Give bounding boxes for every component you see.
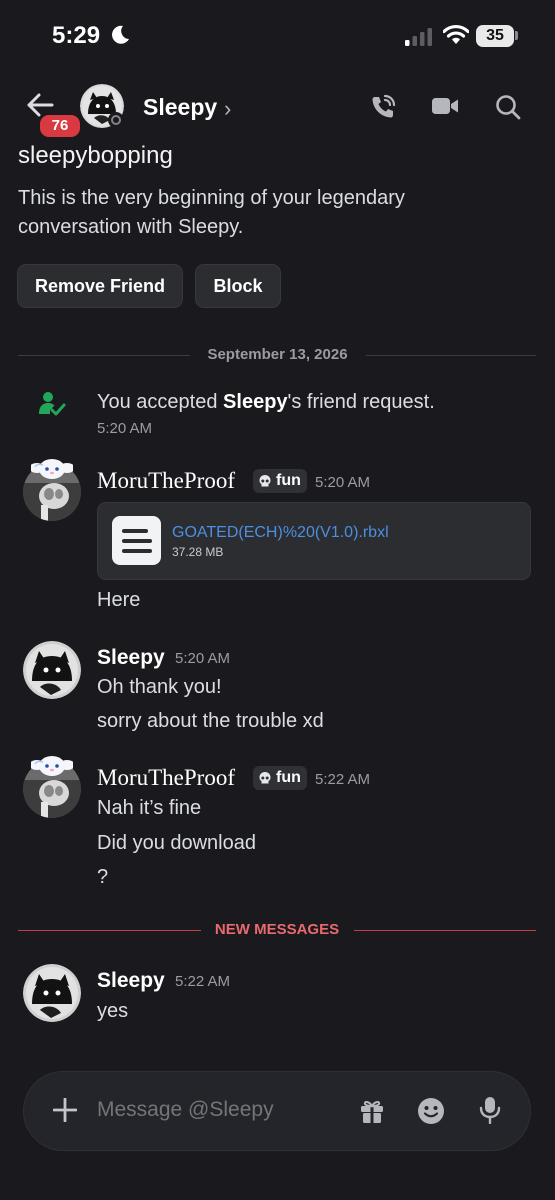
microphone-icon[interactable] xyxy=(479,1096,501,1124)
server-tag-label: fun xyxy=(276,472,301,489)
divider-line xyxy=(366,355,536,356)
friend-accepted-icon xyxy=(39,392,66,416)
server-tag[interactable]: fun xyxy=(253,469,307,493)
voice-call-icon[interactable] xyxy=(370,94,396,120)
gift-icon[interactable] xyxy=(360,1098,384,1124)
video-call-icon[interactable] xyxy=(431,95,459,117)
battery-tip xyxy=(515,31,518,40)
system-message-text: You accepted xyxy=(97,391,224,413)
file-name-link[interactable]: GOATED(ECH)%20(V1.0).rbxl xyxy=(172,524,389,542)
message-text: sorry about the trouble xd xyxy=(97,710,324,732)
avatar[interactable] xyxy=(23,641,81,699)
skull-icon xyxy=(259,772,271,784)
file-size: 37.28 MB xyxy=(172,545,224,559)
block-button[interactable]: Block xyxy=(195,264,281,308)
avatar-decoration-icon xyxy=(31,459,73,479)
message-text: Nah it’s fine xyxy=(97,797,202,819)
message-text: Oh thank you! xyxy=(97,676,222,698)
remove-friend-button[interactable]: Remove Friend xyxy=(17,264,183,308)
system-message: You accepted Sleepy's friend request. xyxy=(97,391,435,414)
message-author[interactable]: MoruTheProof xyxy=(97,468,235,494)
message-input[interactable] xyxy=(97,1098,337,1122)
message-text: Did you download xyxy=(97,832,256,854)
moon-icon xyxy=(112,25,129,44)
avatar-decoration-icon xyxy=(31,756,73,776)
chevron-right-icon[interactable]: › xyxy=(224,96,231,122)
avatar[interactable] xyxy=(23,964,81,1022)
new-messages-line xyxy=(18,930,201,931)
message-time: 5:22 AM xyxy=(175,973,231,990)
unread-badge: 76 xyxy=(38,113,82,139)
message-time: 5:20 AM xyxy=(175,650,231,667)
status-time: 5:29 xyxy=(52,22,101,49)
message-time: 5:20 AM xyxy=(315,474,371,491)
new-messages-line xyxy=(354,930,536,931)
status-indicator xyxy=(108,112,124,128)
skull-icon xyxy=(259,475,271,487)
server-tag[interactable]: fun xyxy=(253,766,307,790)
message-author[interactable]: MoruTheProof xyxy=(97,765,235,791)
system-message-time: 5:20 AM xyxy=(97,420,153,437)
header-username[interactable]: Sleepy xyxy=(143,94,217,121)
cellular-signal-icon xyxy=(405,28,432,46)
message-time: 5:22 AM xyxy=(315,771,371,788)
file-icon xyxy=(112,516,161,565)
battery-indicator: 35 xyxy=(476,25,514,47)
message-author[interactable]: Sleepy xyxy=(97,969,165,993)
date-divider: September 13, 2026 xyxy=(207,346,348,363)
search-icon[interactable] xyxy=(495,94,521,120)
divider-line xyxy=(18,355,190,356)
system-message-username[interactable]: Sleepy xyxy=(223,391,287,413)
server-tag-label: fun xyxy=(276,769,301,786)
message-text: yes xyxy=(97,1000,129,1022)
message-text: ? xyxy=(97,866,109,888)
emoji-icon[interactable] xyxy=(417,1097,445,1125)
wifi-icon xyxy=(443,24,469,44)
message-author[interactable]: Sleepy xyxy=(97,646,165,670)
conversation-intro-text: This is the very beginning of your legen… xyxy=(18,187,405,238)
plus-icon[interactable] xyxy=(53,1098,77,1122)
document-lines-icon xyxy=(122,529,152,553)
system-message-text: 's friend request. xyxy=(287,391,435,413)
profile-username: sleepybopping xyxy=(18,142,173,169)
new-messages-label: NEW MESSAGES xyxy=(214,921,340,938)
message-text: Here xyxy=(97,589,141,611)
